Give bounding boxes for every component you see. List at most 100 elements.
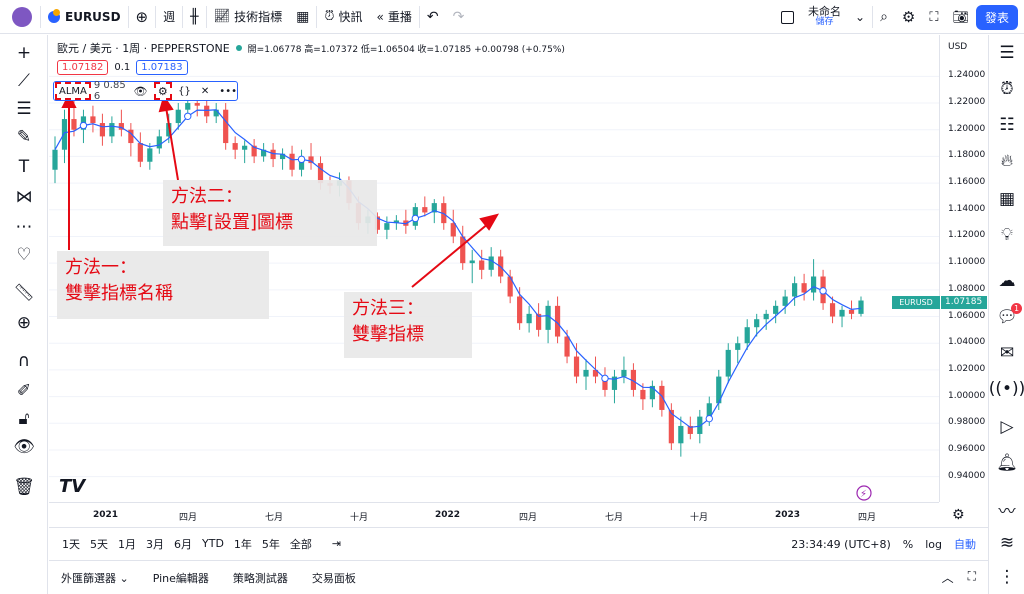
close-icon[interactable]: ✕: [201, 86, 209, 97]
price-tick: 1.20000: [948, 123, 986, 134]
ruler-icon[interactable]: 📏︎: [12, 281, 36, 305]
indicator-legend-row[interactable]: ALMA 9 0.85 6 👁︎ ⚙ {} ✕ •••: [53, 80, 238, 102]
sell-button[interactable]: 1.07182: [57, 60, 109, 75]
range-1d[interactable]: 1天: [57, 536, 85, 552]
pattern-icon[interactable]: ⋈: [12, 185, 36, 209]
layers-icon[interactable]: ≋: [995, 531, 1019, 555]
range-1y[interactable]: 1年: [229, 536, 257, 552]
zoom-in-icon[interactable]: ⊕: [12, 311, 36, 335]
lock-icon[interactable]: 🔓︎: [12, 407, 36, 431]
buy-button[interactable]: 1.07183: [136, 60, 188, 75]
messages-icon[interactable]: ✉: [995, 341, 1019, 365]
last-symbol-label: EURUSD: [892, 296, 940, 309]
indicator-name[interactable]: ALMA: [55, 82, 91, 100]
undo-button[interactable]: ↶: [420, 0, 446, 34]
watchlist-icon[interactable]: ☰: [995, 41, 1019, 65]
broadcast-icon[interactable]: ((•)): [989, 377, 1024, 401]
news-icon[interactable]: ☷: [995, 113, 1019, 137]
candle-body: [829, 303, 836, 317]
fib-icon[interactable]: ☰: [12, 97, 36, 121]
lock-pencil-icon[interactable]: ✐: [12, 379, 36, 403]
range-ytd[interactable]: YTD: [197, 537, 229, 550]
crosshair-icon[interactable]: +: [12, 41, 36, 65]
cloud-chat-icon[interactable]: ☁: [995, 269, 1019, 293]
goto-date-icon[interactable]: ⇥: [327, 537, 346, 550]
search-button[interactable]: ⌕: [873, 0, 895, 34]
heart-icon[interactable]: ♡: [12, 243, 36, 267]
range-5d[interactable]: 5天: [85, 536, 113, 552]
trend-line-icon[interactable]: ⟋: [12, 69, 36, 93]
time-axis[interactable]: 2021 四月 七月 十月 2022 四月 七月 十月 2023 四月 ⚙: [49, 502, 965, 526]
settings-button[interactable]: ⚙: [895, 0, 922, 34]
callout-title: 方法一：: [65, 257, 137, 278]
alert-label: 快訊: [338, 10, 363, 24]
fullscreen-button[interactable]: ⛶: [922, 0, 945, 34]
range-5y[interactable]: 5年: [257, 536, 285, 552]
currency-label[interactable]: USD: [948, 42, 967, 52]
indicators-button[interactable]: 📈︎ 技術指標: [207, 0, 290, 34]
range-all[interactable]: 全部: [285, 536, 317, 552]
candle-body: [242, 145, 248, 150]
chart-type-button[interactable]: ╫: [183, 0, 205, 34]
publish-button[interactable]: 發表: [975, 4, 1018, 30]
tab-strategy-tester[interactable]: 策略測試器: [221, 570, 300, 586]
magnet-icon[interactable]: ∩: [12, 349, 36, 373]
prediction-icon[interactable]: ⋯: [12, 215, 36, 239]
maximize-icon[interactable]: ⛶: [968, 569, 976, 586]
chat-icon[interactable]: 💬︎ 1: [995, 303, 1022, 329]
play-stream-icon[interactable]: ▷: [995, 415, 1019, 439]
text-icon[interactable]: T: [12, 155, 36, 179]
range-6m[interactable]: 6月: [169, 536, 197, 552]
save-layout-button[interactable]: 未命名 儲存: [801, 0, 848, 34]
callout-title: 方法三：: [352, 298, 424, 319]
bell-icon[interactable]: 🔔︎: [995, 451, 1019, 475]
redo-button[interactable]: ↷: [446, 0, 472, 34]
log-toggle[interactable]: log: [925, 538, 942, 551]
candle-body: [90, 116, 96, 124]
info-icon[interactable]: ⋮: [995, 565, 1019, 589]
trend-icon[interactable]: 〰: [995, 497, 1019, 522]
trash-icon[interactable]: 🗑︎: [12, 475, 36, 499]
chevron-up-icon[interactable]: ︿: [942, 569, 954, 586]
candle-body: [52, 149, 58, 170]
gear-icon[interactable]: ⚙: [153, 82, 173, 100]
source-code-icon[interactable]: {}: [178, 86, 191, 97]
percent-toggle[interactable]: %: [903, 538, 913, 551]
user-avatar[interactable]: [12, 6, 32, 27]
layout-menu-button[interactable]: ⌄: [848, 0, 872, 34]
candle-body: [109, 123, 115, 137]
ideas-icon[interactable]: 💡︎: [995, 223, 1019, 247]
chevron-down-icon: ⌄: [855, 10, 866, 24]
alarm-clock-icon[interactable]: ⏰︎: [995, 77, 1019, 101]
axis-settings-icon[interactable]: ⚙: [952, 507, 965, 523]
more-icon[interactable]: •••: [219, 86, 237, 97]
price-tick: 1.14000: [948, 203, 986, 214]
range-3m[interactable]: 3月: [141, 536, 169, 552]
layout-checkbox[interactable]: [774, 0, 801, 34]
candle-body: [469, 260, 475, 264]
tab-pine-editor[interactable]: Pine編輯器: [141, 570, 221, 586]
candle-body: [725, 349, 731, 377]
alert-button[interactable]: ⏰︎ 快訊: [317, 0, 369, 34]
templates-button[interactable]: ▦: [289, 0, 316, 34]
interval-button[interactable]: 週: [156, 0, 182, 34]
auto-toggle[interactable]: 自動: [954, 536, 976, 552]
brush-icon[interactable]: ✎: [12, 125, 36, 149]
replay-button[interactable]: « 重播: [369, 0, 418, 34]
eye-icon[interactable]: 👁︎: [12, 435, 36, 459]
candle-body: [232, 143, 238, 150]
range-1m[interactable]: 1月: [113, 536, 141, 552]
hotlist-icon[interactable]: 🔥︎: [995, 149, 1019, 173]
price-axis[interactable]: USD 1.24000 1.22000 1.20000 1.18000 1.16000 1…: [892, 35, 987, 502]
eye-icon[interactable]: 👁︎: [134, 85, 148, 98]
clock-label[interactable]: 23:34:49 (UTC+8): [791, 538, 891, 551]
tab-screener[interactable]: 外匯篩選器 ⌄: [49, 570, 141, 586]
tab-trading-panel[interactable]: 交易面板: [300, 570, 368, 586]
snapshot-button[interactable]: 📷︎: [945, 0, 976, 34]
compare-button[interactable]: ⊕: [129, 0, 156, 34]
callout-method-one: 方法一： 雙擊指標名稱: [57, 251, 269, 319]
candle-body: [223, 109, 229, 144]
ohlc-values: 開=1.06778 高=1.07372 低=1.06504 收=1.07185 …: [247, 44, 565, 55]
calendar-icon[interactable]: ▦: [995, 187, 1019, 211]
symbol-search-button[interactable]: EURUSD: [41, 0, 128, 34]
